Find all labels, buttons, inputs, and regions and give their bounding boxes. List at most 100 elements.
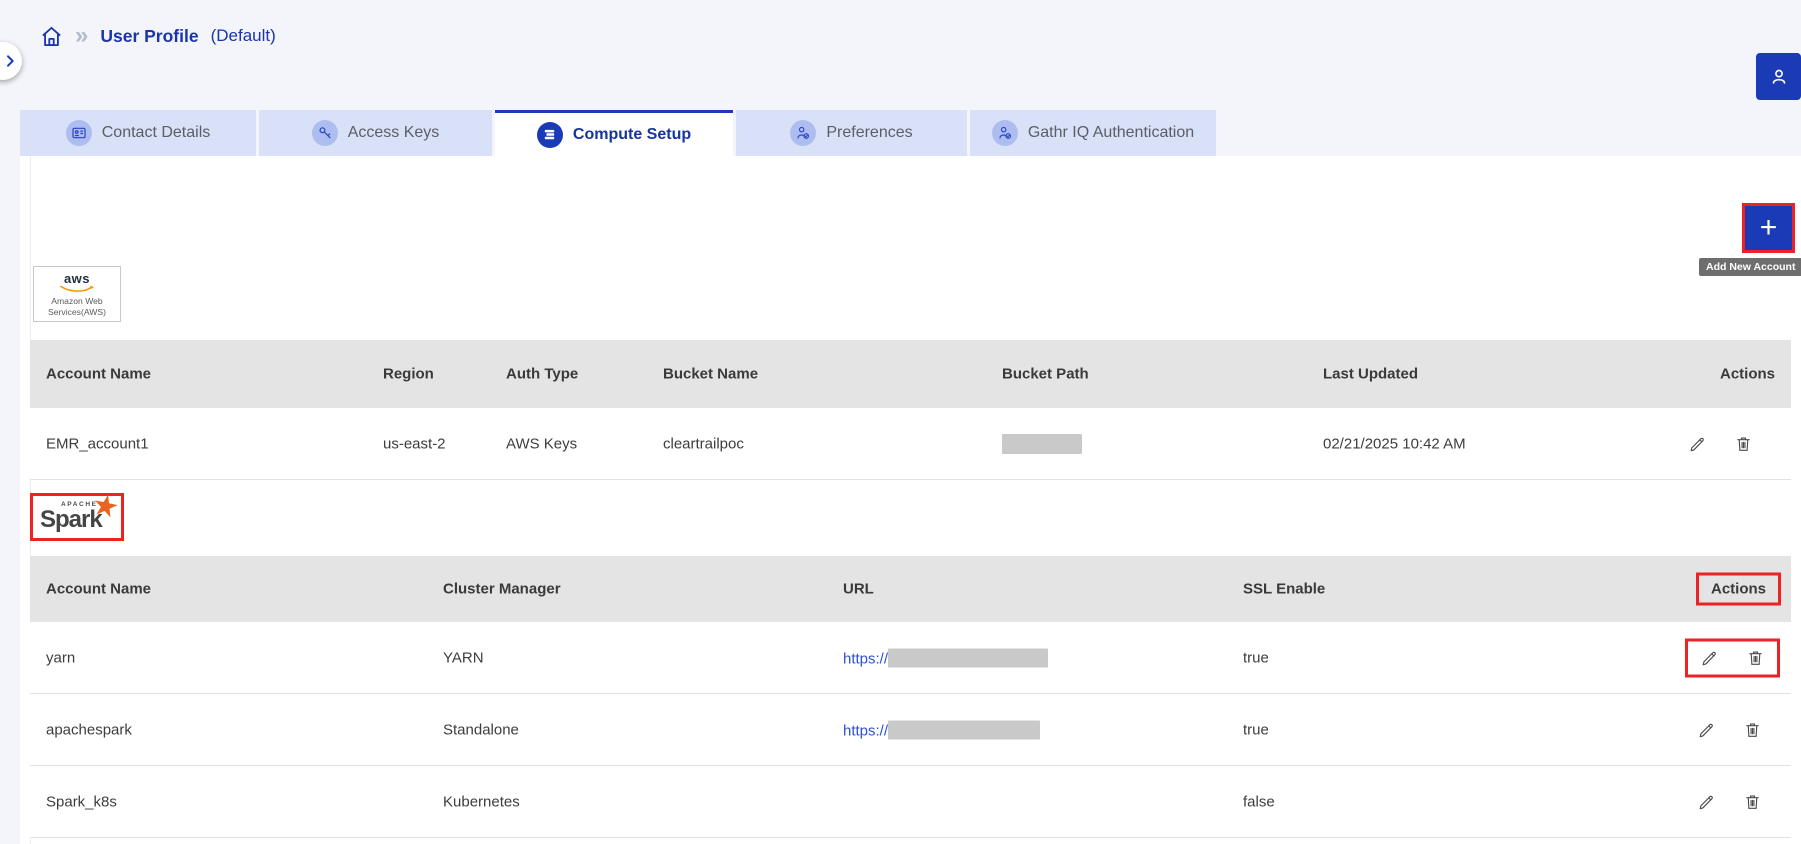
row-actions — [1697, 720, 1762, 739]
aws-table-header: Account Name Region Auth Type Bucket Nam… — [30, 340, 1791, 408]
trash-icon — [1749, 651, 1762, 665]
cluster-manager-cell: Standalone — [443, 721, 519, 738]
column-header: Actions — [1719, 365, 1775, 383]
annotation-box-row-actions — [1685, 638, 1780, 677]
delete-button[interactable] — [1734, 434, 1753, 453]
trash-icon — [1746, 795, 1759, 809]
column-header: URL — [843, 580, 874, 598]
column-header: Cluster Manager — [443, 580, 561, 598]
account-name-cell: apachespark — [46, 721, 132, 738]
edit-button[interactable] — [1700, 648, 1719, 667]
pencil-icon — [1702, 651, 1716, 665]
aws-caption: Amazon Web Services(AWS) — [48, 296, 106, 317]
edit-button[interactable] — [1697, 720, 1716, 739]
tab-contact-details[interactable]: Contact Details — [20, 110, 256, 156]
sidebar-expand-button[interactable] — [0, 42, 22, 80]
column-header: Auth Type — [506, 365, 579, 383]
aws-account-type-card[interactable]: aws Amazon Web Services(AWS) — [33, 266, 121, 322]
edit-button[interactable] — [1697, 792, 1716, 811]
compute-setup-panel: + Add New Account aws Amazon Web Service… — [20, 156, 1801, 844]
url-link[interactable]: https:// — [843, 722, 888, 739]
url-cell: https:// — [843, 648, 1049, 667]
contact-card-icon — [65, 120, 92, 146]
table-row: apachespark Standalone https:// true — [30, 694, 1791, 766]
spark-table-header: Account Name Cluster Manager URL SSL Ena… — [30, 556, 1791, 622]
annotation-box-add-button: + — [1742, 203, 1795, 253]
page-background: » User Profile (Default) Contact Details — [0, 0, 1801, 844]
tab-label: Gathr IQ Authentication — [1027, 124, 1195, 141]
tab-label: Preferences — [826, 124, 913, 141]
page-subtitle: (Default) — [210, 26, 276, 45]
chevron-right-icon — [7, 55, 14, 67]
annotation-box-actions-header: Actions — [1695, 572, 1781, 606]
edit-button[interactable] — [1688, 434, 1707, 453]
redacted-text — [1002, 433, 1082, 454]
trash-icon — [1746, 723, 1759, 737]
trash-icon — [1737, 437, 1750, 451]
tab-preferences[interactable]: Preferences — [736, 110, 967, 156]
cluster-manager-cell: Kubernetes — [443, 793, 520, 810]
aws-smile-icon — [60, 285, 94, 292]
spark-star-icon: ★ — [89, 487, 123, 526]
ssl-enable-cell: true — [1243, 649, 1269, 666]
column-header: SSL Enable — [1243, 580, 1326, 598]
home-icon — [42, 26, 61, 46]
delete-button[interactable] — [1743, 720, 1762, 739]
person-check-icon — [991, 120, 1018, 146]
pencil-icon — [1690, 437, 1704, 451]
key-icon — [311, 120, 338, 146]
breadcrumb: » User Profile (Default) — [40, 24, 276, 48]
ssl-enable-cell: true — [1243, 721, 1269, 738]
plus-icon: + — [1759, 211, 1778, 244]
auth-type-cell: AWS Keys — [506, 435, 578, 452]
tab-compute-setup[interactable]: Compute Setup — [495, 110, 733, 156]
account-name-cell: EMR_account1 — [46, 435, 149, 452]
bucket-path-cell — [1002, 433, 1082, 454]
person-check-icon — [790, 120, 817, 146]
annotation-box-spark-logo: APACHE Spark ★ — [30, 488, 124, 541]
column-header: Actions — [1710, 580, 1766, 598]
pencil-icon — [1699, 723, 1713, 737]
url-link[interactable]: https:// — [843, 650, 888, 667]
delete-button[interactable] — [1746, 648, 1765, 667]
column-header: Last Updated — [1323, 365, 1419, 383]
breadcrumb-separator-icon: » — [75, 22, 89, 49]
redacted-text — [888, 720, 1041, 739]
tab-label: Access Keys — [347, 124, 440, 141]
column-header: Bucket Path — [1002, 365, 1089, 383]
column-header: Bucket Name — [663, 365, 759, 383]
row-actions — [1688, 434, 1753, 453]
add-account-button[interactable]: + — [1745, 206, 1792, 250]
cluster-manager-cell: YARN — [443, 649, 484, 666]
redacted-text — [888, 648, 1049, 667]
pencil-icon — [1699, 795, 1713, 809]
spark-account-type-card[interactable]: APACHE Spark ★ — [33, 488, 122, 538]
tab-label: Compute Setup — [572, 125, 692, 143]
account-name-cell: Spark_k8s — [46, 793, 117, 810]
bucket-name-cell: cleartrailpoc — [663, 435, 744, 452]
tab-label: Contact Details — [101, 124, 211, 141]
spark-accounts-table: Account Name Cluster Manager URL SSL Ena… — [30, 556, 1791, 838]
tab-gathr-iq-authentication[interactable]: Gathr IQ Authentication — [970, 110, 1216, 156]
last-updated-cell: 02/21/2025 10:42 AM — [1323, 435, 1466, 452]
table-row: yarn YARN https:// true — [30, 622, 1791, 694]
ssl-enable-cell: false — [1243, 793, 1275, 810]
aws-accounts-table: Account Name Region Auth Type Bucket Nam… — [30, 340, 1791, 480]
region-cell: us-east-2 — [383, 435, 446, 452]
tab-access-keys[interactable]: Access Keys — [259, 110, 492, 156]
account-name-cell: yarn — [46, 649, 76, 666]
home-button[interactable] — [40, 25, 63, 48]
aws-logo: aws — [63, 271, 91, 286]
page-title: User Profile — [100, 25, 199, 46]
user-profile-button[interactable] — [1756, 53, 1801, 100]
delete-button[interactable] — [1743, 792, 1762, 811]
add-account-tooltip: Add New Account — [1699, 258, 1801, 276]
tab-bar: Contact Details Access Keys Compute Setu… — [20, 110, 1216, 156]
table-row: Spark_k8s Kubernetes false — [30, 766, 1791, 838]
user-icon — [1772, 69, 1785, 84]
column-header: Region — [383, 365, 434, 383]
url-cell: https:// — [843, 720, 1041, 739]
compute-icon — [536, 121, 563, 148]
table-row: EMR_account1 us-east-2 AWS Keys cleartra… — [30, 408, 1791, 480]
column-header: Account Name — [46, 365, 152, 383]
